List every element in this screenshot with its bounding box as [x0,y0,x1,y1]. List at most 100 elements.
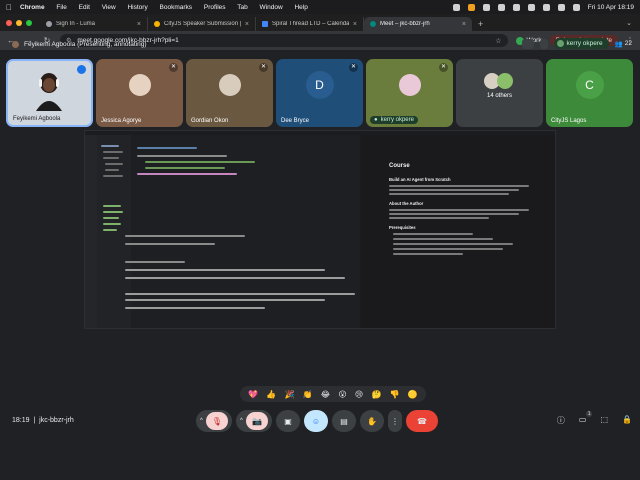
speaking-indicator-icon [77,65,86,74]
chat-badge: 1 [585,411,593,417]
menu-profiles[interactable]: Profiles [204,4,226,11]
activities-icon[interactable]: ⬚ [600,415,608,426]
leave-call-button[interactable]: ☎ [406,410,438,432]
control-center-icon[interactable] [572,3,580,11]
mic-group: ^ 🎙 [196,410,232,432]
more-options-button[interactable]: ⋮ [388,410,402,432]
menu-bookmarks[interactable]: Bookmarks [160,4,193,11]
participant-avatar [218,74,241,96]
battery-icon[interactable] [512,3,520,11]
mic-options-chevron-icon[interactable]: ^ [200,418,203,424]
participant-name: Feyikemi Agboola [13,116,61,122]
participant-tile[interactable]: ✕ Jessica Agorye [96,59,183,127]
menu-app-name[interactable]: Chrome [20,4,45,11]
doc-heading: About the Author [389,201,424,206]
tab-luma[interactable]: Sign In - Luma × [40,17,148,31]
participant-name: Dee Bryce [281,118,310,124]
raise-hand-button[interactable]: ✋ [360,410,384,432]
menu-history[interactable]: History [127,4,147,11]
mic-muted-button[interactable]: 🎙 [206,412,228,430]
markdown-preview: Course Build an AI Agent from Scratch Ab… [361,135,555,328]
close-tab-icon[interactable]: × [353,21,357,28]
record-icon[interactable] [452,3,460,11]
close-tab-icon[interactable]: × [245,21,249,28]
participant-tile[interactable]: 14 others [456,59,543,127]
presenter-label: Feyikemi Agboola (Presenting, annotating… [24,41,147,48]
bell-icon[interactable] [497,3,505,11]
bluetooth-icon[interactable] [527,3,535,11]
participant-tile[interactable]: ✕ ● kerry okpere [366,59,453,127]
view-menu-icon[interactable] [539,38,548,49]
menu-tab[interactable]: Tab [237,4,247,11]
mic-muted-icon: ✕ [259,63,268,72]
reaction-laugh[interactable]: 😂 [321,390,330,399]
reaction-sad[interactable]: 😢 [355,390,363,399]
reaction-thumbs-down[interactable]: 👎 [390,390,400,399]
apple-icon[interactable]:  [6,3,12,12]
mic-muted-icon: ✕ [439,63,448,72]
luma-favicon-icon [46,21,52,27]
layout-icon[interactable] [521,38,534,49]
participant-initial: C [575,71,604,99]
close-tab-icon[interactable]: × [462,21,466,28]
cloud-icon[interactable] [482,3,490,11]
participant-initial: D [305,71,334,99]
menu-clock[interactable]: Fri 10 Apr 18:19 [588,4,634,11]
meeting-details-icon[interactable]: ⓘ [557,415,565,426]
menu-help[interactable]: Help [294,4,307,11]
tab-cityjs[interactable]: CityJS Speaker Submission | ... × [148,17,256,31]
participant-tiles: Feyikemi Agboola ✕ Jessica Agorye ✕ Gord… [6,59,633,127]
reaction-surprised[interactable]: 😮 [338,390,346,399]
camera-options-chevron-icon[interactable]: ^ [240,418,243,424]
emoji-reactions-button[interactable]: ☺ [304,410,328,432]
reaction-thumbs-up[interactable]: 👍 [266,390,276,399]
menu-view[interactable]: View [102,4,116,11]
pinned-name: kerry okpere [566,40,603,47]
present-button[interactable]: ▣ [276,410,300,432]
pinned-participant-pill[interactable]: kerry okpere [553,38,609,49]
browser-tab-strip: Sign In - Luma × CityJS Speaker Submissi… [0,14,640,31]
close-tab-icon[interactable]: × [137,21,141,28]
close-window-icon[interactable] [6,19,12,26]
bookmark-star-icon[interactable]: ☆ [495,37,501,45]
mac-menu-bar:  Chrome File Edit View History Bookmark… [0,0,640,14]
participant-avatar [128,74,151,96]
host-controls-icon[interactable]: 🔒 [622,415,632,426]
activity-bar [85,135,97,328]
menu-edit[interactable]: Edit [79,4,90,11]
tab-label: Spiral Thread LTD – Calendar [272,21,349,27]
captions-button[interactable]: ▤ [332,410,356,432]
tab-search-chevron-icon[interactable]: ⌄ [626,17,640,31]
tab-meet[interactable]: Meet – jkc-bbzr-jrh × [364,17,472,31]
tab-calendar[interactable]: Spiral Thread LTD – Calendar × [256,17,364,31]
meeting-info: 18:19 | jkc-bbzr-jrh [12,417,74,424]
doc-title: Course [389,163,410,169]
reaction-skin-tone[interactable]: 🟡 [408,390,418,399]
menu-window[interactable]: Window [260,4,283,11]
pinned-avatar [556,40,564,47]
zoom-window-icon[interactable] [26,19,32,26]
calendar-favicon-icon [262,21,268,27]
participants-count[interactable]: 👥 22 [615,40,632,48]
pinned-name-pill: ● kerry okpere [370,116,418,124]
menu-file[interactable]: File [56,4,66,11]
camera-off-button[interactable]: 📷 [246,412,268,430]
reaction-heart[interactable]: 💖 [248,390,258,399]
participant-tile[interactable]: Feyikemi Agboola [6,59,93,127]
chat-icon[interactable]: ▭ 1 [579,411,593,426]
people-icon: 👥 [614,40,623,48]
minimize-window-icon[interactable] [16,19,22,26]
reaction-clap[interactable]: 👏 [303,390,313,399]
screen-share-indicator-icon[interactable] [467,3,475,11]
others-count-label: 14 others [486,93,513,99]
search-icon[interactable] [557,3,565,11]
reaction-party[interactable]: 🎉 [284,390,294,399]
wifi-icon[interactable] [542,3,550,11]
new-tab-icon[interactable]: + [472,17,489,31]
reaction-thinking[interactable]: 🤔 [371,390,381,399]
participant-tile[interactable]: ✕ D Dee Bryce [276,59,363,127]
participant-tile[interactable]: ✕ Gordian Okon [186,59,273,127]
participant-tile[interactable]: C CityJS Lagos [546,59,633,127]
others-avatars [483,73,513,89]
mic-muted-icon: ✕ [349,63,358,72]
